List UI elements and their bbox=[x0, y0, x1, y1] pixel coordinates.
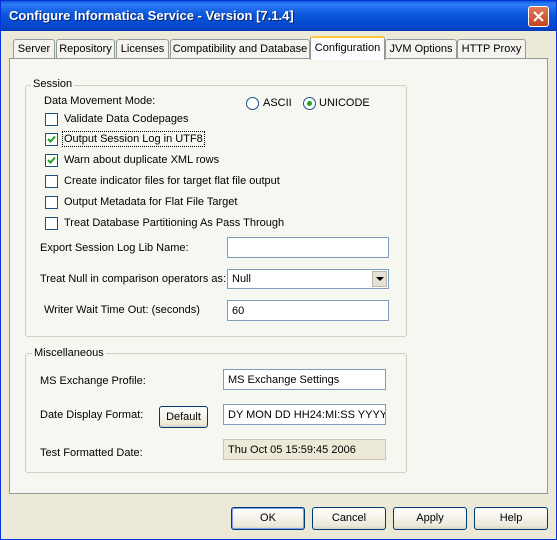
test-formatted-date-value: Thu Oct 05 15:59:45 2006 bbox=[223, 439, 386, 460]
date-display-format-input[interactable]: DY MON DD HH24:MI:SS YYYY bbox=[223, 404, 386, 425]
window-title: Configure Informatica Service - Version … bbox=[9, 8, 294, 23]
chevron-down-icon bbox=[375, 276, 384, 281]
checkbox-output-session-log-utf8-label[interactable]: Output Session Log in UTF8 bbox=[62, 131, 205, 147]
session-group-label: Session bbox=[31, 78, 75, 90]
data-movement-mode-label: Data Movement Mode: bbox=[44, 95, 156, 107]
radio-selected-dot bbox=[307, 101, 312, 106]
writer-wait-label: Writer Wait Time Out: (seconds) bbox=[44, 304, 200, 316]
checkbox-create-indicator-files-label[interactable]: Create indicator files for target flat f… bbox=[64, 175, 280, 187]
ms-exchange-profile-label: MS Exchange Profile: bbox=[40, 375, 146, 387]
export-session-log-lib-input[interactable] bbox=[227, 237, 389, 258]
checkbox-create-indicator-files[interactable] bbox=[45, 175, 58, 188]
checkbox-validate-data-codepages[interactable] bbox=[45, 113, 58, 126]
radio-ascii-label[interactable]: ASCII bbox=[263, 97, 292, 109]
default-button[interactable]: Default bbox=[159, 406, 208, 428]
close-icon bbox=[533, 11, 544, 22]
checkbox-output-session-log-utf8[interactable] bbox=[45, 133, 58, 146]
treat-null-label: Treat Null in comparison operators as: bbox=[40, 273, 227, 285]
radio-ascii[interactable] bbox=[246, 97, 259, 110]
dialog-window: Configure Informatica Service - Version … bbox=[0, 0, 557, 540]
treat-null-selected-value: Null bbox=[232, 273, 251, 285]
tab-compatibility-and-database[interactable]: Compatibility and Database bbox=[170, 39, 310, 59]
test-formatted-date-label: Test Formatted Date: bbox=[40, 447, 143, 459]
checkbox-treat-db-partitioning-label[interactable]: Treat Database Partitioning As Pass Thro… bbox=[64, 217, 284, 229]
misc-group-label: Miscellaneous bbox=[32, 347, 106, 359]
title-bar[interactable]: Configure Informatica Service - Version … bbox=[1, 1, 556, 31]
apply-button[interactable]: Apply bbox=[393, 507, 467, 530]
checkbox-validate-data-codepages-label[interactable]: Validate Data Codepages bbox=[64, 113, 189, 125]
ms-exchange-profile-input[interactable]: MS Exchange Settings bbox=[223, 369, 386, 390]
writer-wait-input[interactable]: 60 bbox=[227, 300, 389, 321]
checkmark-icon bbox=[47, 135, 56, 143]
radio-unicode-label[interactable]: UNICODE bbox=[319, 97, 370, 109]
treat-null-select[interactable]: Null bbox=[227, 269, 389, 289]
checkmark-icon bbox=[47, 156, 56, 164]
checkbox-warn-duplicate-xml-rows[interactable] bbox=[45, 154, 58, 167]
checkbox-warn-duplicate-xml-rows-label[interactable]: Warn about duplicate XML rows bbox=[64, 154, 219, 166]
export-session-log-lib-label: Export Session Log Lib Name: bbox=[40, 242, 189, 254]
tab-licenses[interactable]: Licenses bbox=[116, 39, 169, 59]
cancel-button[interactable]: Cancel bbox=[312, 507, 386, 530]
date-display-format-label: Date Display Format: bbox=[40, 409, 144, 421]
tab-jvm-options[interactable]: JVM Options bbox=[385, 39, 457, 59]
tab-server[interactable]: Server bbox=[13, 39, 55, 59]
checkbox-treat-db-partitioning[interactable] bbox=[45, 217, 58, 230]
close-button[interactable] bbox=[528, 6, 549, 27]
checkbox-output-metadata-flat-file-label[interactable]: Output Metadata for Flat File Target bbox=[64, 196, 237, 208]
help-button[interactable]: Help bbox=[474, 507, 548, 530]
ok-button[interactable]: OK bbox=[231, 507, 305, 530]
dropdown-arrow-button[interactable] bbox=[372, 271, 387, 287]
radio-unicode[interactable] bbox=[303, 97, 316, 110]
tab-http-proxy[interactable]: HTTP Proxy bbox=[457, 39, 526, 59]
checkbox-output-metadata-flat-file[interactable] bbox=[45, 196, 58, 209]
tab-configuration[interactable]: Configuration bbox=[310, 36, 385, 60]
tab-repository[interactable]: Repository bbox=[56, 39, 115, 59]
